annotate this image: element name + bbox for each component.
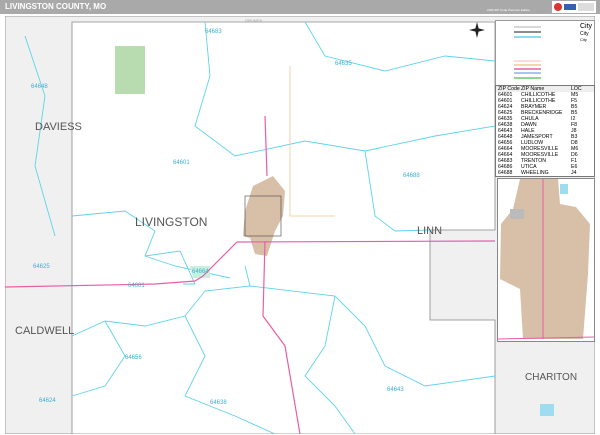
county-label-grundy: GRUNDY (245, 18, 263, 23)
county-label-chariton: CHARITON (525, 372, 577, 383)
publisher-logo (552, 1, 596, 13)
table-cell: 64688 (498, 170, 513, 176)
county-label-livingston: LIVINGSTON (135, 215, 207, 229)
zip-label: 64625 (33, 264, 50, 270)
zip-label: 64601 (173, 160, 190, 166)
zip-label: 64648 (31, 84, 48, 90)
table-cell: J4 (571, 170, 577, 176)
zip-label: 64601 (128, 283, 145, 289)
county-label-caldwell: CALDWELL (15, 325, 74, 337)
chillicothe-inset-map (497, 178, 595, 342)
zip-label: 64643 (387, 387, 404, 393)
legend-city-small: City (580, 37, 587, 42)
county-label-daviess: DAVIESS (35, 121, 82, 133)
zip-label: 64664 (192, 269, 209, 275)
zip-code-index-table: ZIP Code ZIP Name LOC 64601 CHILLICOTHE M5… (495, 85, 595, 177)
map-title: LIVINGSTON COUNTY, MO (5, 2, 107, 11)
zip-label: 64683 (205, 29, 222, 35)
zip-label: 64624 (39, 398, 56, 404)
lake (540, 404, 554, 416)
edition-label: 2020 ZIP Code Premium Edition (487, 8, 530, 12)
header-bar: LIVINGSTON COUNTY, MO 2020 ZIP Code Prem… (0, 0, 600, 14)
table-row: 64688 WHEELING J4 (496, 170, 594, 176)
legend-city-large: City (580, 23, 593, 30)
map-legend: City City City (495, 20, 595, 86)
conservation-area (115, 46, 145, 94)
table-cell: WHEELING (521, 170, 549, 176)
zip-label: 64638 (210, 400, 227, 406)
county-label-linn: LINN (417, 225, 442, 237)
zip-label: 64635 (335, 61, 352, 67)
zip-label: 64688 (403, 173, 420, 179)
zip-label: 64656 (125, 355, 142, 361)
